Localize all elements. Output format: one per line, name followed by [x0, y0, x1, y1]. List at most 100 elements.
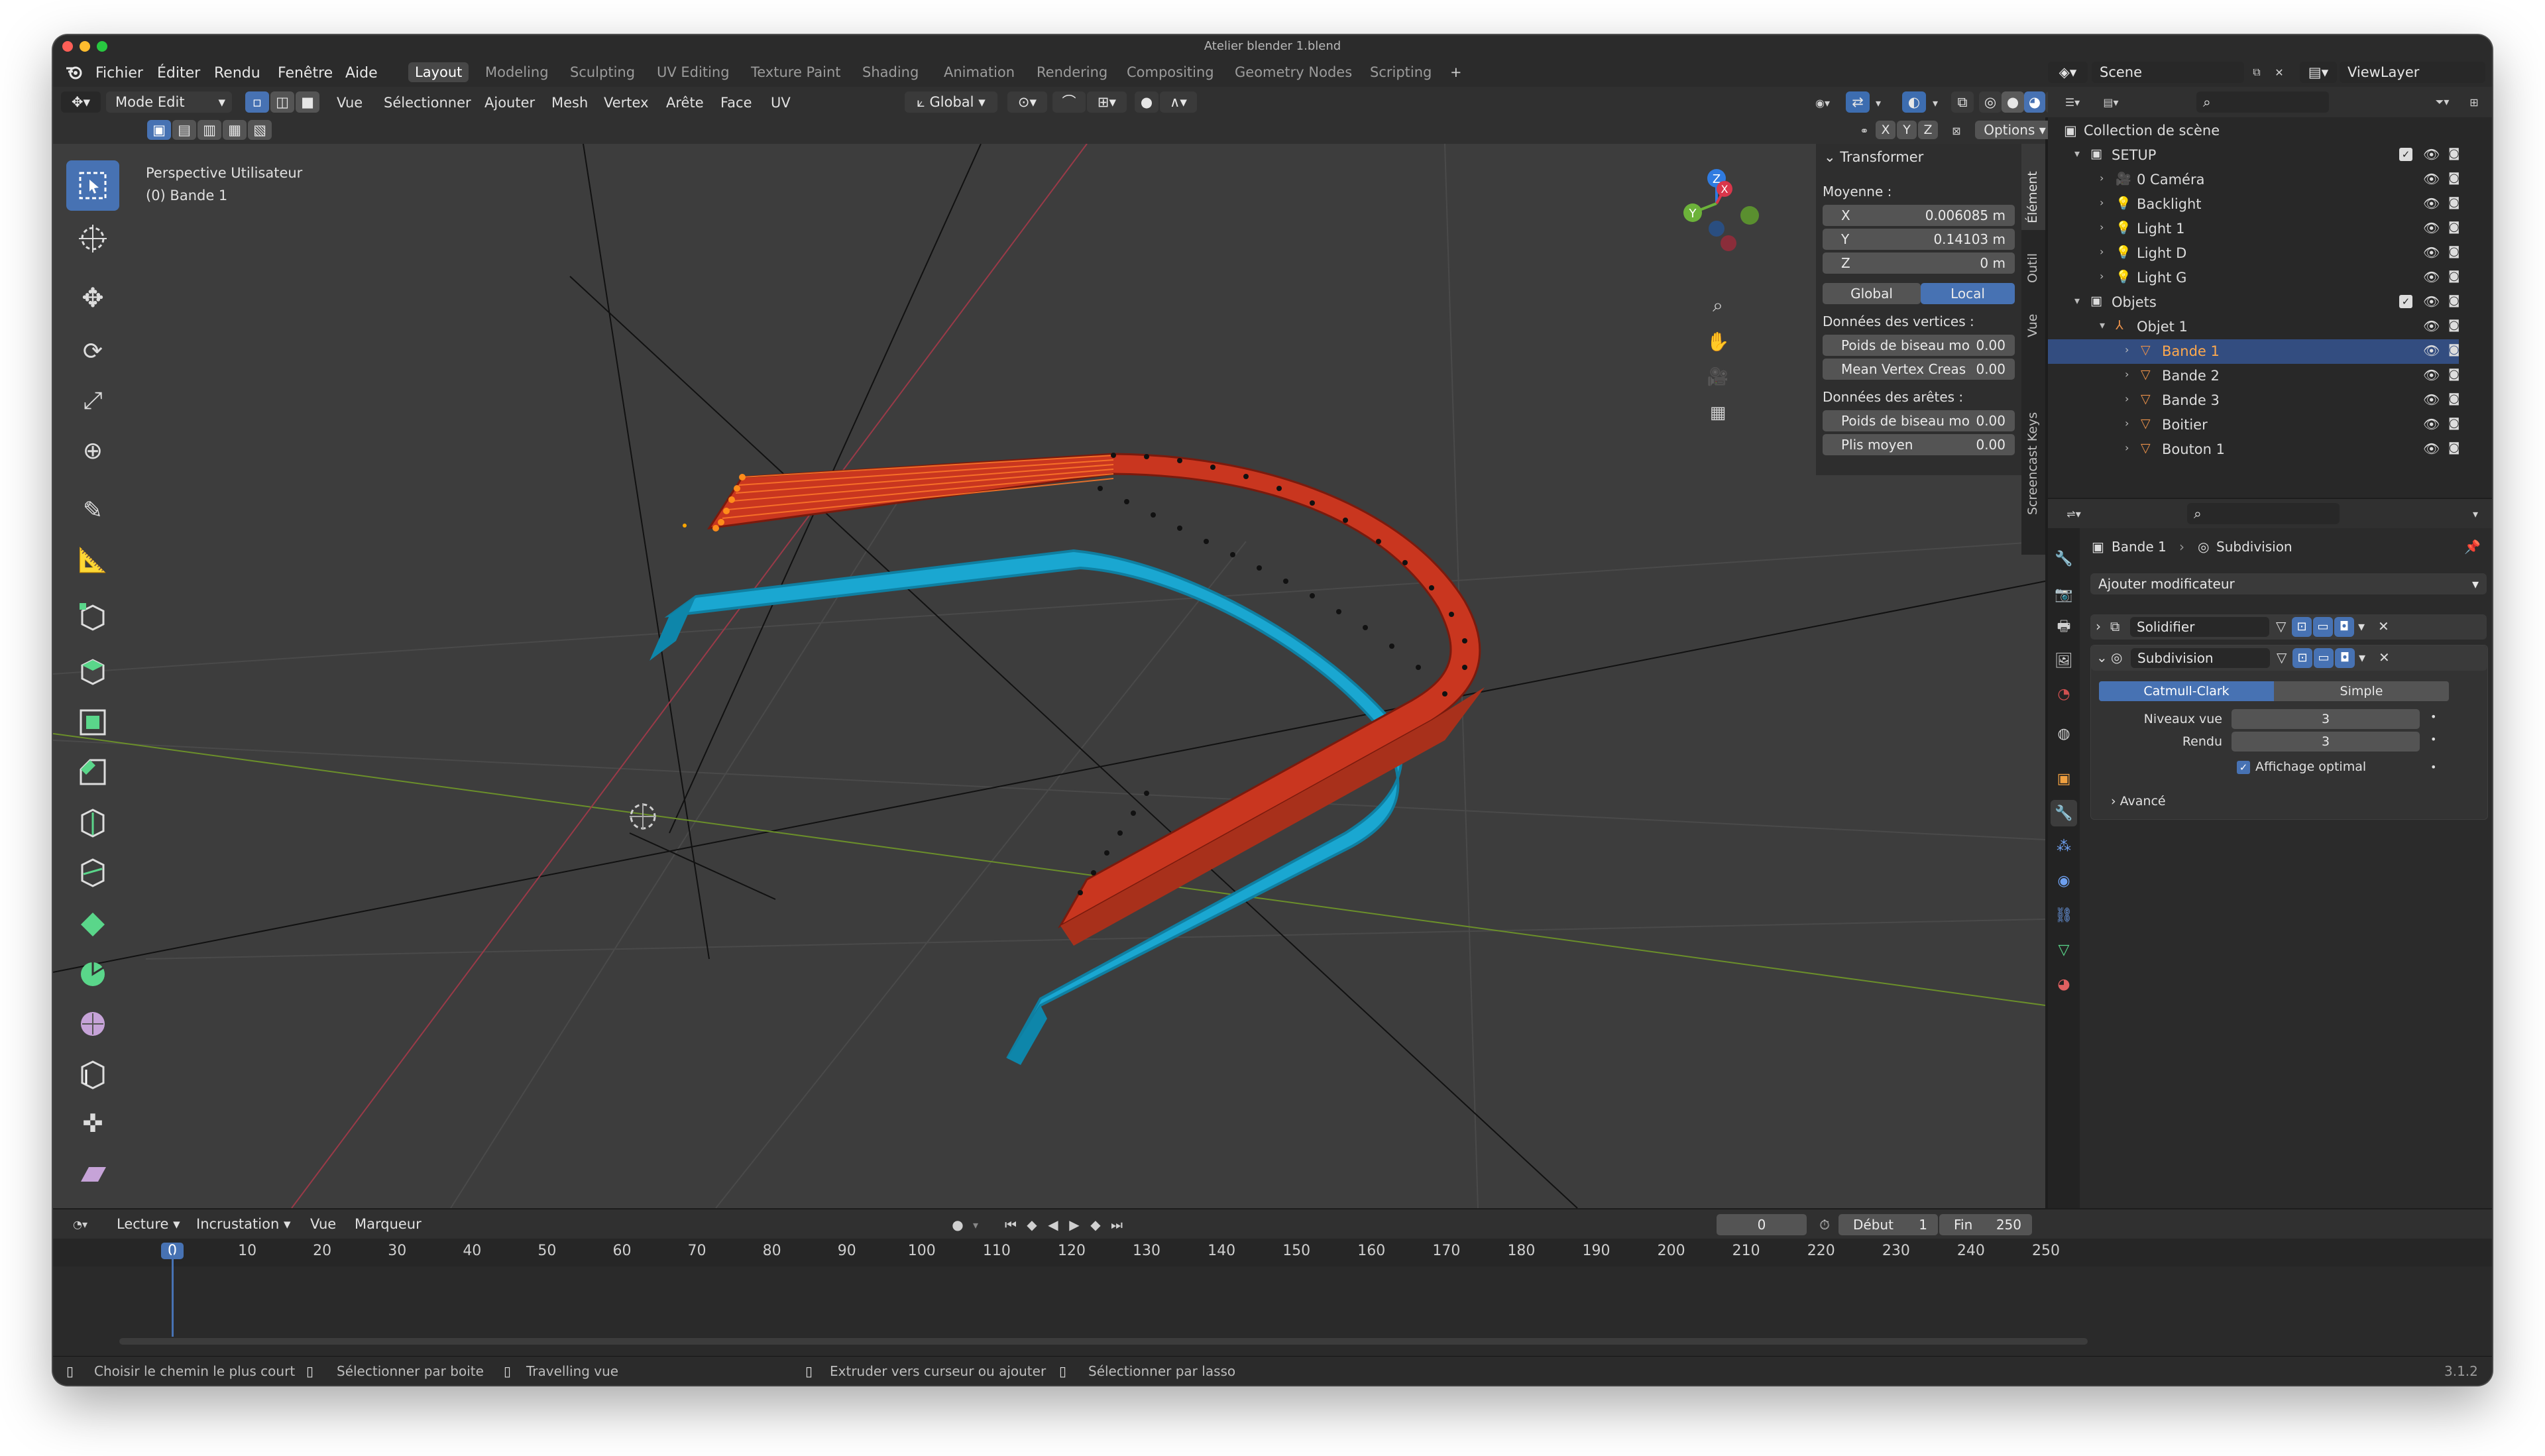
camera-view-icon[interactable]: 🎥 — [1705, 364, 1731, 390]
filter-icon[interactable]: ⏷▾ — [2427, 92, 2458, 112]
view-layer-properties-icon[interactable]: 🖼 — [2052, 649, 2076, 673]
outliner-row[interactable]: ▾ ⅄ Objet 1 👁 ◙ — [2048, 315, 2460, 339]
vertex-bevel-weight-field[interactable]: Poids de biseau mo 0.00 — [1823, 335, 2015, 356]
catmull-clark-button[interactable]: Catmull-Clark — [2099, 681, 2274, 701]
menu-uv[interactable]: UV — [771, 95, 791, 111]
subdivision-editmode-icon[interactable]: ⊡ — [2292, 648, 2312, 668]
menu-lecture[interactable]: Lecture ▾ — [117, 1216, 180, 1232]
jump-end-icon[interactable]: ⏭ — [1107, 1215, 1127, 1235]
render-camera-icon[interactable]: ◙ — [2448, 318, 2460, 332]
bande-1-mesh[interactable] — [707, 453, 1481, 928]
material-properties-icon[interactable]: ◕ — [2052, 972, 2076, 996]
keyframe-optimal-icon[interactable]: • — [2430, 761, 2436, 773]
select-extend-icon[interactable]: ▤ — [172, 120, 196, 140]
expand-arrow-icon[interactable]: › — [2100, 172, 2104, 184]
global-space-button[interactable]: Global — [1823, 283, 1921, 304]
remove-solidifier-icon[interactable]: ✕ — [2378, 618, 2389, 634]
render-camera-icon[interactable]: ◙ — [2448, 269, 2460, 283]
render-camera-icon[interactable]: ◙ — [2448, 441, 2460, 455]
snap-toggle-icon[interactable]: ⌒ — [1052, 91, 1086, 113]
overlays-dropdown-icon[interactable]: ▾ — [1927, 93, 1943, 113]
menu-rendu[interactable]: Rendu — [214, 65, 260, 82]
expand-arrow-icon[interactable]: › — [2100, 270, 2104, 282]
auto-merge-icon[interactable]: ⊠ — [1943, 121, 1970, 140]
subdivision-name-field[interactable]: Subdivision — [2131, 648, 2270, 668]
outliner-row[interactable]: › 💡 Light D 👁 ◙ — [2048, 241, 2460, 266]
editmode-display-icon[interactable]: ⊡ — [2292, 617, 2312, 637]
subdivision-edit-cage-icon[interactable]: ▽ — [2277, 649, 2287, 665]
expand-arrow-icon[interactable]: › — [2125, 368, 2129, 380]
exclude-checkbox[interactable]: ✓ — [2399, 148, 2412, 161]
menu-fichier[interactable]: Fichier — [95, 65, 143, 82]
transform-tool-icon[interactable]: ⊕ — [66, 425, 119, 476]
add-modifier-dropdown[interactable]: Ajouter modificateur ▾ — [2090, 573, 2487, 594]
modifier-properties-icon[interactable]: 🔧 — [2051, 800, 2077, 826]
delete-scene-icon[interactable]: ✕ — [2269, 64, 2289, 80]
physics-properties-icon[interactable]: ◉ — [2052, 869, 2076, 893]
smooth-tool-icon[interactable] — [66, 999, 119, 1049]
expand-arrow-icon[interactable]: › — [2100, 245, 2104, 258]
display-mode-icon[interactable]: ▤▾ — [2094, 92, 2127, 112]
expand-arrow-icon[interactable]: ▾ — [2074, 147, 2080, 160]
outliner-row[interactable]: › 💡 Light G 👁 ◙ — [2048, 266, 2460, 290]
visibility-eye-icon[interactable]: 👁 — [2423, 245, 2440, 260]
keyframe-levels-icon[interactable]: • — [2430, 710, 2436, 723]
tab-rendering[interactable]: Rendering — [1030, 62, 1114, 82]
outliner-editor-type-icon[interactable]: ☰▾ — [2056, 92, 2089, 112]
material-preview-shading-icon[interactable]: ◕ — [2024, 91, 2045, 113]
extrude-region-tool-icon[interactable] — [66, 644, 119, 695]
visibility-dropdown-icon[interactable]: ◉▾ — [1803, 93, 1842, 113]
expand-arrow-icon[interactable]: › — [2125, 392, 2129, 405]
viewport-display-icon[interactable]: ▭ — [2313, 617, 2333, 637]
jump-start-icon[interactable]: ⏮ — [1001, 1215, 1021, 1235]
tab-layout[interactable]: Layout — [408, 62, 469, 82]
menu-vertex[interactable]: Vertex — [604, 95, 649, 111]
render-camera-icon[interactable]: ◙ — [2448, 367, 2460, 381]
render-camera-icon[interactable]: ◙ — [2448, 416, 2460, 430]
edge-select-mode-icon[interactable]: ◫ — [270, 91, 294, 113]
cursor-tool-icon[interactable] — [66, 213, 119, 264]
constraints-properties-icon[interactable]: ⛓ — [2052, 903, 2076, 927]
expand-arrow-icon[interactable]: ▾ — [2100, 319, 2105, 331]
scene-properties-icon[interactable]: ◔ — [2052, 682, 2076, 706]
menu-vue[interactable]: Vue — [337, 95, 363, 111]
tab-animation[interactable]: Animation — [937, 62, 1021, 82]
tab-sculpting[interactable]: Sculpting — [563, 62, 642, 82]
menu-mesh[interactable]: Mesh — [551, 95, 588, 111]
output-properties-icon[interactable]: 🖶 — [2052, 616, 2076, 640]
median-y-field[interactable]: Y 0.14103 m — [1823, 229, 2015, 250]
render-camera-icon[interactable]: ◙ — [2448, 196, 2460, 209]
mean-crease-field[interactable]: Plis moyen 0.00 — [1823, 434, 2015, 455]
expand-arrow-icon[interactable]: › — [2100, 196, 2104, 209]
3d-cursor-icon[interactable] — [630, 803, 656, 830]
exclude-checkbox[interactable]: ✓ — [2399, 295, 2412, 308]
timeline-editor-type-icon[interactable]: ◔▾ — [62, 1214, 98, 1234]
levels-viewport-field[interactable]: 3 — [2232, 709, 2420, 729]
menu-fenetre[interactable]: Fenêtre — [278, 65, 333, 82]
mirror-z-toggle[interactable]: Z — [1918, 121, 1938, 139]
outliner-row[interactable]: › ▽ Bande 1 👁 ◙ — [2048, 339, 2460, 364]
viewlayer-field[interactable]: ViewLayer — [2340, 62, 2485, 83]
blender-logo-icon[interactable] — [65, 64, 84, 80]
outliner-row[interactable]: › 💡 Backlight 👁 ◙ — [2048, 192, 2460, 217]
preview-range-icon[interactable]: ⏱ — [1815, 1215, 1835, 1235]
select-invert-icon[interactable]: ▦ — [223, 120, 247, 140]
scene-collection-row[interactable]: ▣ Collection de scène — [2048, 119, 2459, 143]
optimal-display-checkbox[interactable]: ✓ — [2237, 761, 2250, 774]
outliner-row[interactable]: › ▽ Bande 3 👁 ◙ — [2048, 388, 2460, 413]
menu-marqueur[interactable]: Marqueur — [355, 1216, 422, 1232]
render-camera-icon[interactable]: ◙ — [2448, 171, 2460, 185]
visibility-eye-icon[interactable]: 👁 — [2423, 269, 2440, 285]
navigation-gizmo-icon[interactable]: Z Y X — [1664, 164, 1776, 263]
edge-slide-tool-icon[interactable] — [66, 1048, 119, 1099]
visibility-eye-icon[interactable]: 👁 — [2423, 318, 2440, 334]
menu-timeline-vue[interactable]: Vue — [310, 1216, 336, 1232]
outliner-row[interactable]: › ▽ Bouton 1 👁 ◙ — [2048, 437, 2460, 462]
mirror-y-toggle[interactable]: Y — [1897, 121, 1917, 139]
end-frame-field[interactable]: Fin 250 — [1939, 1214, 2032, 1235]
expand-solidifier-icon[interactable]: › — [2096, 618, 2101, 634]
outliner-row[interactable]: ▾ ▣ Objets 👁 ◙ ✓ — [2048, 290, 2460, 315]
menu-incrustation[interactable]: Incrustation ▾ — [196, 1216, 290, 1232]
tab-tool[interactable]: Outil — [2025, 253, 2040, 283]
keyframe-render-icon[interactable]: • — [2430, 733, 2436, 746]
